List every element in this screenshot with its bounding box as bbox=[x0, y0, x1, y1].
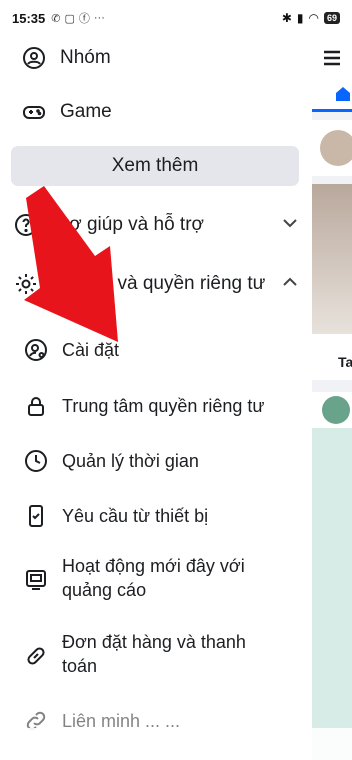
feed-peek[interactable]: Ta bbox=[312, 36, 352, 760]
page-avatar bbox=[322, 396, 350, 424]
submenu-item-privacy-center[interactable]: Trung tâm quyền riêng tư bbox=[0, 390, 312, 422]
ad-screen-icon bbox=[22, 566, 50, 594]
wifi-icon: ◠ bbox=[308, 11, 319, 25]
phone-icon: ✆ bbox=[51, 12, 61, 25]
message-icon: ▢ bbox=[64, 12, 75, 25]
post-image bbox=[312, 428, 352, 760]
tag-icon bbox=[22, 642, 50, 670]
submenu-item-ad-activity[interactable]: Hoạt động mới đây với quảng cáo bbox=[0, 554, 312, 606]
menu-item-help[interactable]: Trợ giúp và hỗ trợ bbox=[0, 206, 312, 244]
phone-check-icon bbox=[22, 502, 50, 530]
menu-item-game[interactable]: Game bbox=[0, 94, 312, 130]
avatar bbox=[320, 130, 352, 166]
chevron-down-icon bbox=[280, 213, 300, 238]
story-card[interactable]: Ta bbox=[312, 184, 352, 380]
submenu-item-label-2: quảng cáo bbox=[62, 580, 147, 600]
menu-item-settings-privacy[interactable]: Cài đặt và quyền riêng tư bbox=[0, 264, 312, 304]
submenu-item-settings[interactable]: Cài đặt bbox=[0, 334, 312, 366]
gamepad-icon bbox=[20, 98, 48, 126]
submenu-item-device-requests[interactable]: Yêu cầu từ thiết bị bbox=[0, 500, 312, 532]
see-more-button[interactable]: Xem thêm bbox=[11, 146, 299, 186]
help-icon bbox=[12, 211, 40, 239]
menu-item-label: Trợ giúp và hỗ trợ bbox=[52, 214, 204, 235]
menu-item-label: Cài đặt và quyền riêng tư bbox=[52, 273, 266, 294]
home-tab[interactable] bbox=[312, 84, 352, 112]
menu-item-label: Nhóm bbox=[60, 47, 111, 68]
chevron-up-icon bbox=[280, 272, 300, 297]
home-icon bbox=[334, 85, 352, 108]
submenu-item-label: Trung tâm quyền riêng tư bbox=[62, 396, 265, 416]
more-icon: ··· bbox=[93, 12, 105, 24]
submenu-item-label: Cài đặt bbox=[62, 340, 120, 360]
status-time: 15:35 bbox=[12, 10, 46, 26]
gear-icon bbox=[12, 270, 40, 298]
status-bar: 15:35 ✆ ▢ ⓕ ··· ✱ ▮ ◠ 69 bbox=[0, 0, 352, 36]
hamburger-menu-icon[interactable] bbox=[321, 47, 343, 74]
bluetooth-icon: ✱ bbox=[281, 11, 292, 25]
submenu-item-time-management[interactable]: Quản lý thời gian bbox=[0, 445, 312, 477]
facebook-icon: ⓕ bbox=[78, 13, 90, 25]
lock-icon bbox=[22, 392, 50, 420]
submenu-item-orders-payments[interactable]: Đơn đặt hàng và thanh toán bbox=[0, 630, 312, 682]
menu-item-label: Game bbox=[60, 101, 112, 122]
submenu-item-label-2: toán bbox=[62, 656, 98, 676]
battery-icon: 69 bbox=[323, 12, 340, 24]
submenu-item-label: Yêu cầu từ thiết bị bbox=[62, 506, 209, 526]
clock-icon bbox=[22, 447, 50, 475]
submenu-item-label: Quản lý thời gian bbox=[62, 451, 199, 471]
submenu-item-label: Hoạt động mới đây với bbox=[62, 556, 245, 576]
story-label: Ta bbox=[338, 354, 352, 370]
menu-drawer: Nhóm Game Xem thêm Trợ giúp và hỗ trợ Cà… bbox=[0, 36, 312, 760]
submenu-item-label: Đơn đặt hàng và thanh bbox=[62, 632, 246, 652]
menu-item-groups[interactable]: Nhóm bbox=[0, 40, 312, 76]
groups-icon bbox=[20, 44, 48, 72]
signal-icon: ▮ bbox=[296, 11, 304, 25]
user-gear-icon bbox=[22, 336, 50, 364]
gesture-nav-bar bbox=[0, 728, 352, 760]
profile-avatar-row bbox=[312, 120, 352, 176]
